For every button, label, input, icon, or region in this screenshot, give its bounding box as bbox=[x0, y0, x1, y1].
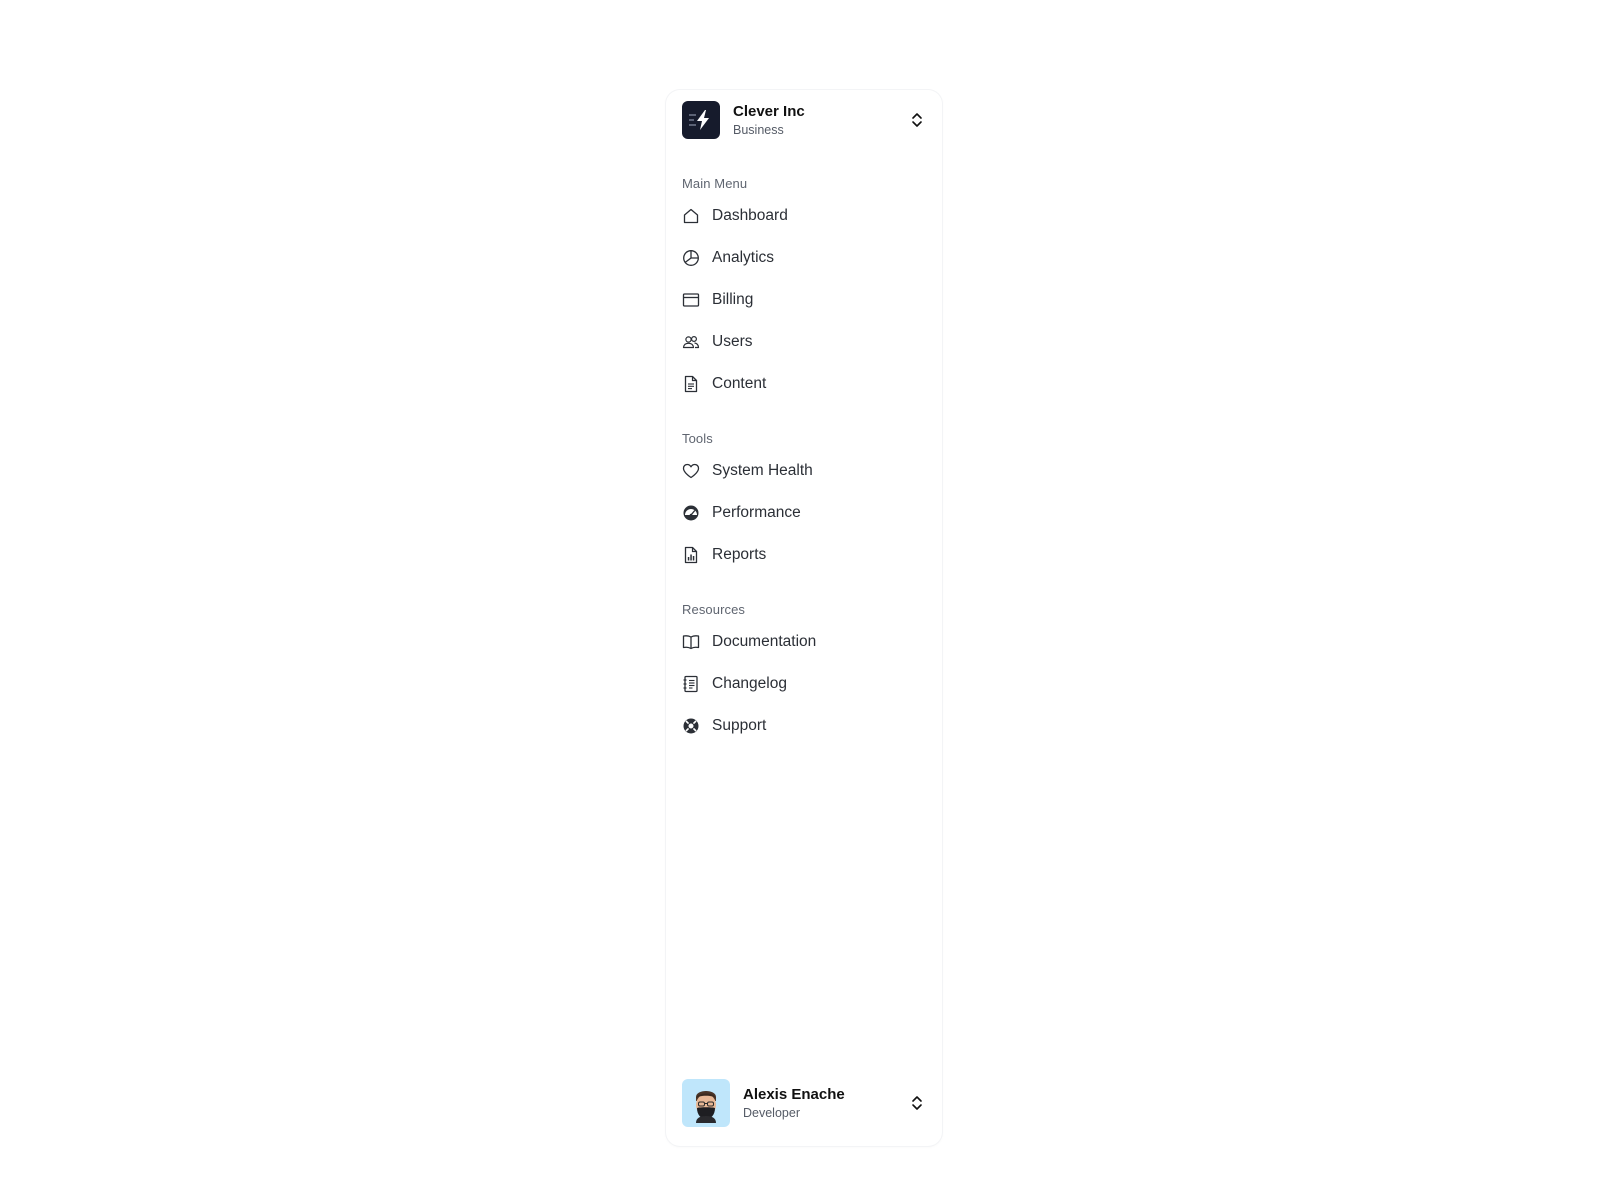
sidebar-item-dashboard[interactable]: Dashboard bbox=[682, 198, 926, 234]
sidebar-item-system-health[interactable]: System Health bbox=[682, 453, 926, 489]
avatar-memoji-icon bbox=[696, 1091, 716, 1123]
section-label-resources: Resources bbox=[682, 602, 746, 617]
sidebar-item-documentation[interactable]: Documentation bbox=[682, 624, 926, 660]
section-label-main-menu: Main Menu bbox=[682, 176, 748, 191]
lightning-logo-icon bbox=[689, 110, 709, 130]
team-name: Clever Inc bbox=[733, 102, 805, 120]
sidebar-item-users[interactable]: Users bbox=[682, 324, 926, 360]
sidebar-item-label: Support bbox=[712, 717, 767, 734]
team-plan: Business bbox=[733, 122, 784, 137]
user-name: Alexis Enache bbox=[743, 1085, 845, 1103]
sidebar-item-support[interactable]: Support bbox=[682, 708, 926, 744]
changelog-icon bbox=[682, 675, 700, 693]
sidebar-item-label: Dashboard bbox=[712, 207, 788, 224]
team-logo bbox=[682, 101, 720, 139]
lifebuoy-icon bbox=[682, 717, 700, 735]
sidebar-item-changelog[interactable]: Changelog bbox=[682, 666, 926, 702]
chevrons-up-down-icon bbox=[912, 1096, 922, 1110]
users-icon bbox=[682, 333, 700, 351]
sidebar-item-label: Reports bbox=[712, 546, 767, 563]
sidebar-item-label: Changelog bbox=[712, 675, 787, 692]
credit-card-icon bbox=[682, 291, 700, 309]
heart-icon bbox=[682, 462, 700, 480]
sidebar-item-label: System Health bbox=[712, 462, 813, 479]
book-icon bbox=[682, 633, 700, 651]
sidebar-item-billing[interactable]: Billing bbox=[682, 282, 926, 318]
team-switcher[interactable]: Clever Inc Business bbox=[682, 100, 926, 140]
section-label-tools: Tools bbox=[682, 431, 713, 446]
gauge-icon bbox=[682, 504, 700, 522]
sidebar-item-label: Analytics bbox=[712, 249, 775, 266]
user-role: Developer bbox=[743, 1105, 800, 1120]
report-icon bbox=[682, 546, 700, 564]
sidebar-item-label: Billing bbox=[712, 291, 754, 308]
sidebar-item-analytics[interactable]: Analytics bbox=[682, 240, 926, 276]
chevrons-up-down-icon bbox=[912, 113, 922, 127]
sidebar: Clever Inc Business Main Menu Dashboard … bbox=[666, 90, 942, 1146]
user-switcher[interactable]: Alexis Enache Developer bbox=[682, 1078, 926, 1128]
sidebar-item-performance[interactable]: Performance bbox=[682, 495, 926, 531]
avatar bbox=[682, 1079, 730, 1127]
sidebar-item-reports[interactable]: Reports bbox=[682, 537, 926, 573]
document-icon bbox=[682, 375, 700, 393]
pie-chart-icon bbox=[682, 249, 700, 267]
sidebar-item-label: Users bbox=[712, 333, 753, 350]
sidebar-item-label: Performance bbox=[712, 504, 801, 521]
home-icon bbox=[682, 207, 700, 225]
sidebar-item-label: Documentation bbox=[712, 633, 817, 650]
sidebar-item-content[interactable]: Content bbox=[682, 366, 926, 402]
sidebar-item-label: Content bbox=[712, 375, 767, 392]
